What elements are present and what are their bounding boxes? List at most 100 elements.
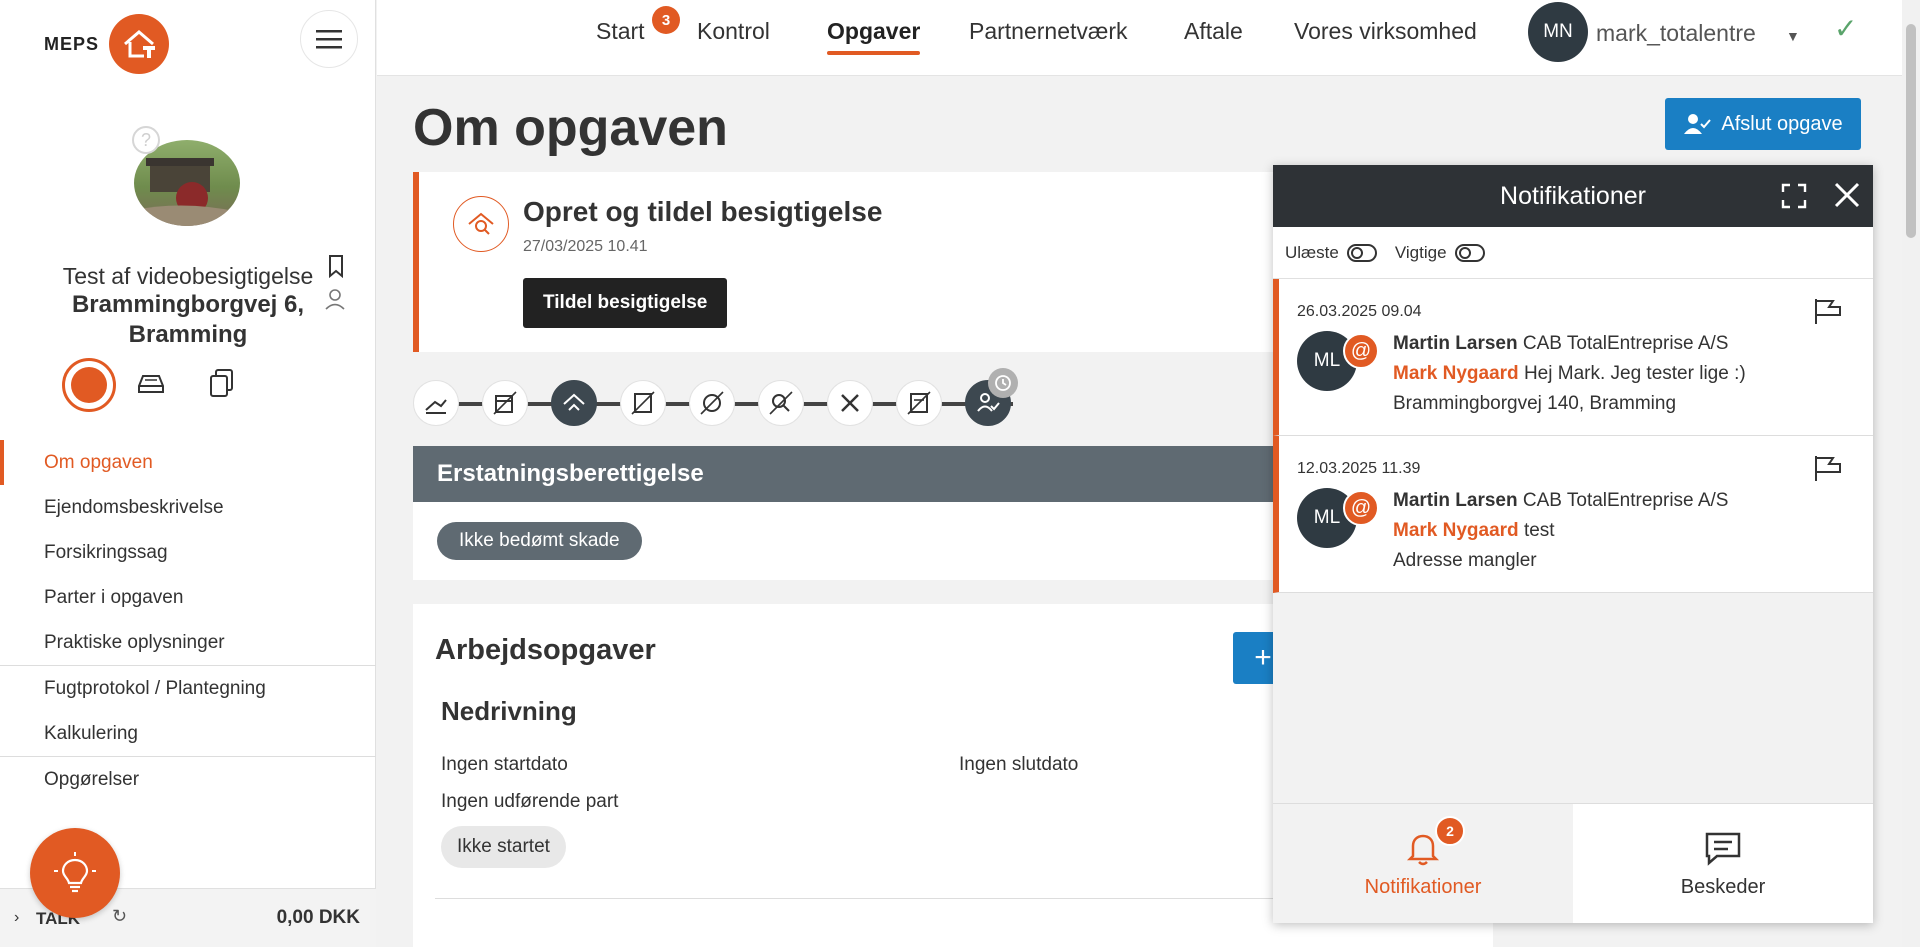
topnav-start[interactable]: Start <box>596 18 645 45</box>
checkmark-icon[interactable]: ✓ <box>1834 12 1857 45</box>
topnav-opgaver[interactable]: Opgaver <box>827 18 921 55</box>
task-address: Brammingborgvej 6, Bramming <box>71 291 305 348</box>
scrollbar-thumb[interactable] <box>1906 24 1916 238</box>
clock-icon <box>988 368 1018 398</box>
chevron-right-icon[interactable]: › <box>14 909 19 927</box>
step-search-icon[interactable] <box>758 380 804 426</box>
step-calendar-icon[interactable] <box>482 380 528 426</box>
unread-toggle[interactable] <box>1346 243 1377 262</box>
damage-status-badge: Ikke bedømt skade <box>437 522 642 560</box>
nav-forsikringssag[interactable]: Forsikringssag <box>0 530 376 575</box>
step-handshake-icon[interactable] <box>413 380 459 426</box>
event-card: Opret og tildel besigtigelse 27/03/2025 … <box>413 172 1313 352</box>
refresh-icon[interactable]: ↻ <box>112 906 127 927</box>
topnav-kontrol[interactable]: Kontrol <box>697 18 770 45</box>
step-invoice-icon[interactable] <box>896 380 942 426</box>
page-scrollbar[interactable] <box>1902 0 1920 947</box>
topnav-vores-virksomhed[interactable]: Vores virksomhed <box>1294 18 1477 45</box>
message-icon <box>1705 832 1741 866</box>
lightbulb-icon <box>54 852 96 893</box>
close-task-button[interactable]: Afslut opgave <box>1665 98 1861 150</box>
hamburger-menu-button[interactable] <box>300 10 358 68</box>
chevron-down-icon[interactable]: ▼ <box>1786 28 1800 44</box>
notification-item[interactable]: 26.03.2025 09.04 ML @ Martin Larsen CAB … <box>1273 279 1873 436</box>
sidebar: MEPS ? Test af videobesigtigelse Brammin… <box>0 0 376 947</box>
nav-om-opgaven[interactable]: Om opgaven <box>0 440 376 485</box>
notification-date: 12.03.2025 11.39 <box>1297 460 1421 477</box>
work-task-name: Nedrivning <box>441 696 577 726</box>
logo-text: MEPS <box>44 33 100 54</box>
notification-message: Hej Mark. Jeg tester lige :) <box>1523 363 1746 384</box>
question-icon[interactable]: ? <box>132 126 160 154</box>
nav-ejendomsbeskrivelse[interactable]: Ejendomsbeskrivelse <box>0 485 376 530</box>
notifications-footer-tabs: Notifikationer 2 Beskeder <box>1273 803 1873 923</box>
mentioned-user: Mark Nygaard <box>1393 520 1519 541</box>
sender-company: CAB TotalEntreprise A/S <box>1522 333 1729 354</box>
event-title: Opret og tildel besigtigelse <box>523 196 883 227</box>
tab-messages-label: Beskeder <box>1680 876 1766 898</box>
documents-icon[interactable] <box>208 368 236 403</box>
work-executing-party: Ingen udførende part <box>441 791 619 812</box>
notifications-filters: Ulæste Vigtige <box>1273 227 1873 279</box>
step-inspection-icon[interactable] <box>551 380 597 426</box>
logo[interactable]: MEPS <box>44 14 170 74</box>
house-search-icon <box>453 196 509 252</box>
event-date: 27/03/2025 10.41 <box>523 238 648 255</box>
expand-icon[interactable] <box>1781 183 1807 216</box>
notification-message-line: Mark Nygaard Hej Mark. Jeg tester lige :… <box>1393 363 1746 385</box>
task-title: Test af videobesigtigelse <box>62 263 314 289</box>
tab-messages[interactable]: Beskeder <box>1573 804 1873 923</box>
notification-date: 26.03.2025 09.04 <box>1297 303 1422 320</box>
flag-icon[interactable] <box>1813 454 1843 487</box>
work-end-date: Ingen slutdato <box>959 754 1079 775</box>
work-start-date: Ingen startdato <box>441 754 568 775</box>
nav-fugtprotokol[interactable]: Fugtprotokol / Plantegning <box>0 666 376 711</box>
notifications-count-badge: 2 <box>1435 816 1465 846</box>
person-icon[interactable] <box>324 288 346 315</box>
user-avatar[interactable]: MN <box>1528 2 1588 62</box>
notifications-header: Notifikationer <box>1273 165 1873 227</box>
nav-parter[interactable]: Parter i opgaven <box>0 575 376 620</box>
tab-notifications[interactable]: Notifikationer 2 <box>1273 804 1573 923</box>
hamburger-icon <box>316 30 342 49</box>
topnav-partnernetvaerk[interactable]: Partnernetværk <box>969 18 1128 45</box>
flag-icon[interactable] <box>1813 297 1843 330</box>
sender-name: Martin Larsen <box>1393 333 1518 354</box>
important-filter-label: Vigtige <box>1394 242 1447 262</box>
mention-icon: @ <box>1343 333 1379 369</box>
close-icon[interactable] <box>1831 179 1863 218</box>
unread-filter-label: Ulæste <box>1285 242 1339 262</box>
notification-sender-line: Martin Larsen CAB TotalEntreprise A/S <box>1393 333 1728 355</box>
process-steps <box>413 378 1313 428</box>
lightbulb-button[interactable] <box>30 828 120 918</box>
compensation-body: Ikke bedømt skade <box>413 502 1273 580</box>
notification-item[interactable]: 12.03.2025 11.39 ML @ Martin Larsen CAB … <box>1273 436 1873 593</box>
house-logo-icon <box>109 14 170 74</box>
notifications-panel: Notifikationer Ulæste Vigtige 26.03.2025… <box>1273 165 1873 923</box>
start-count-badge: 3 <box>652 6 680 34</box>
assign-inspection-button[interactable]: Tildel besigtigelse <box>523 278 728 328</box>
nav-opgoerelser[interactable]: Opgørelser <box>0 757 376 802</box>
mention-icon: @ <box>1343 490 1379 526</box>
bookmark-icon[interactable] <box>326 254 346 283</box>
status-indicator[interactable] <box>62 358 116 412</box>
notification-message-line: Mark Nygaard test <box>1393 520 1555 542</box>
nav-kalkulering[interactable]: Kalkulering <box>0 711 376 756</box>
inbox-tray-icon[interactable] <box>136 372 166 401</box>
sender-name: Martin Larsen <box>1393 490 1518 511</box>
step-calculator-icon[interactable] <box>620 380 666 426</box>
notifications-title: Notifikationer <box>1500 181 1646 210</box>
work-status-badge: Ikke startet <box>441 826 566 868</box>
page-title: Om opgaven <box>413 99 728 157</box>
sender-company: CAB TotalEntreprise A/S <box>1522 490 1729 511</box>
notification-sender-line: Martin Larsen CAB TotalEntreprise A/S <box>1393 490 1728 512</box>
important-toggle[interactable] <box>1454 243 1485 262</box>
step-tools-icon[interactable] <box>827 380 873 426</box>
nav-praktiske-oplysninger[interactable]: Praktiske oplysninger <box>0 620 376 665</box>
work-tasks-title: Arbejdsopgaver <box>435 634 656 666</box>
username[interactable]: mark_totalentre <box>1596 20 1756 47</box>
topnav-aftale[interactable]: Aftale <box>1184 18 1243 45</box>
notification-message: test <box>1523 520 1555 541</box>
step-approval-icon[interactable] <box>689 380 735 426</box>
tab-notifications-label: Notifikationer <box>1364 876 1482 898</box>
